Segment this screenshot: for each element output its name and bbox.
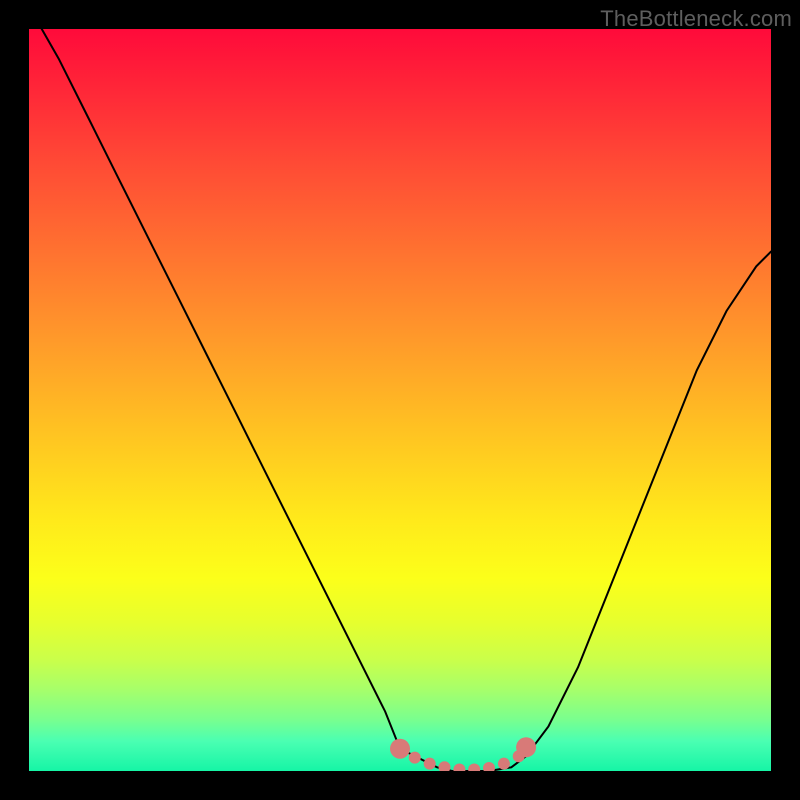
marker-dot	[390, 739, 410, 759]
marker-dot	[453, 764, 465, 772]
marker-dot	[468, 764, 480, 772]
chart-frame: TheBottleneck.com	[0, 0, 800, 800]
curve-layer	[29, 29, 771, 771]
marker-dot	[498, 758, 510, 770]
watermark-text: TheBottleneck.com	[600, 6, 792, 32]
bottleneck-curve-path	[29, 29, 771, 771]
marker-dot	[516, 737, 536, 757]
marker-dot	[424, 758, 436, 770]
marker-dot	[409, 752, 421, 764]
marker-dot	[483, 762, 495, 771]
marker-dot	[439, 761, 451, 771]
plot-area	[29, 29, 771, 771]
